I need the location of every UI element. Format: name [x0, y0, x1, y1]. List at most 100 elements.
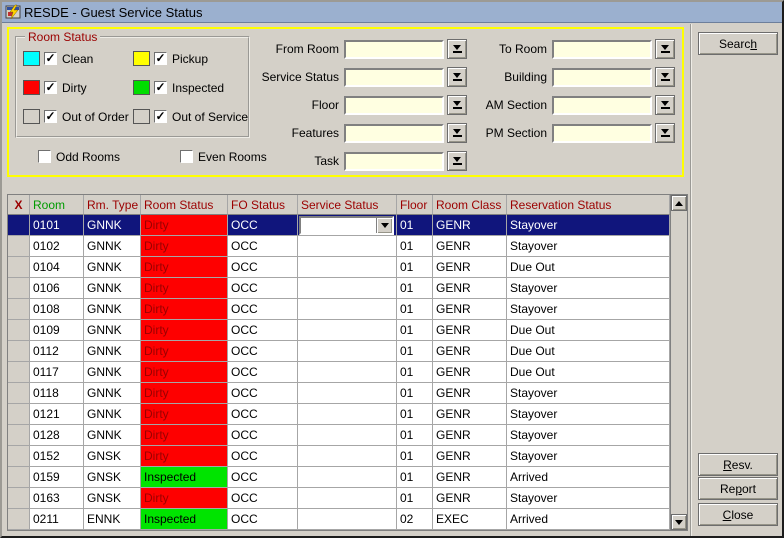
service-status-input[interactable] — [344, 68, 444, 87]
cell-floor[interactable]: 01 — [397, 257, 433, 278]
cell-service-status[interactable] — [298, 215, 397, 236]
cell-room-status[interactable]: Dirty — [141, 425, 228, 446]
table-row-room-0106[interactable]: 0106 GNNK Dirty OCC 01 GENR Stayover — [8, 278, 687, 299]
cell-rm-type[interactable]: ENNK — [84, 509, 141, 530]
cell-rm-type[interactable]: GNNK — [84, 341, 141, 362]
cell-reservation-status[interactable]: Stayover — [507, 446, 670, 467]
am-section-lov-button[interactable] — [655, 95, 675, 115]
column-header-room[interactable]: Room — [30, 195, 84, 215]
cell-floor[interactable]: 02 — [397, 509, 433, 530]
from-room-input[interactable] — [344, 40, 444, 59]
cell-floor[interactable]: 01 — [397, 425, 433, 446]
cell-floor[interactable]: 01 — [397, 467, 433, 488]
cell-room-status[interactable]: Dirty — [141, 320, 228, 341]
cell-reservation-status[interactable]: Stayover — [507, 278, 670, 299]
cell-reservation-status[interactable]: Due Out — [507, 257, 670, 278]
table-row-room-0118[interactable]: 0118 GNNK Dirty OCC 01 GENR Stayover — [8, 383, 687, 404]
cell-fo-status[interactable]: OCC — [228, 320, 298, 341]
cell-rm-type[interactable]: GNNK — [84, 320, 141, 341]
column-header-room-status[interactable]: Room Status — [141, 195, 228, 215]
cell-floor[interactable]: 01 — [397, 236, 433, 257]
cell-floor[interactable]: 01 — [397, 278, 433, 299]
cell-reservation-status[interactable]: Due Out — [507, 341, 670, 362]
checkbox-even-rooms[interactable] — [180, 150, 193, 163]
row-selector[interactable] — [8, 467, 30, 488]
cell-room-class[interactable]: EXEC — [433, 509, 507, 530]
cell-service-status[interactable] — [298, 257, 397, 278]
cell-rm-type[interactable]: GNNK — [84, 299, 141, 320]
cell-fo-status[interactable]: OCC — [228, 341, 298, 362]
checkbox-inspected[interactable]: ✓ — [154, 81, 167, 94]
cell-room[interactable]: 0211 — [30, 509, 84, 530]
cell-reservation-status[interactable]: Arrived — [507, 509, 670, 530]
table-row-room-0159[interactable]: 0159 GNSK Inspected OCC 01 GENR Arrived — [8, 467, 687, 488]
cell-room-status[interactable]: Dirty — [141, 278, 228, 299]
cell-service-status[interactable] — [298, 278, 397, 299]
cell-service-status[interactable] — [298, 446, 397, 467]
row-selector[interactable] — [8, 362, 30, 383]
cell-service-status[interactable] — [298, 299, 397, 320]
cell-reservation-status[interactable]: Stayover — [507, 425, 670, 446]
cell-room-status[interactable]: Inspected — [141, 467, 228, 488]
checkbox-out-of-order[interactable]: ✓ — [44, 110, 57, 123]
am-section-input[interactable] — [552, 96, 652, 115]
column-header-fo-status[interactable]: FO Status — [228, 195, 298, 215]
combo-dropdown-button[interactable] — [376, 218, 392, 233]
cell-room-status[interactable]: Dirty — [141, 299, 228, 320]
row-selector[interactable] — [8, 278, 30, 299]
cell-room-class[interactable]: GENR — [433, 215, 507, 236]
building-input[interactable] — [552, 68, 652, 87]
cell-room-status[interactable]: Dirty — [141, 488, 228, 509]
row-selector[interactable] — [8, 488, 30, 509]
table-row-room-0163[interactable]: 0163 GNSK Dirty OCC 01 GENR Stayover — [8, 488, 687, 509]
service-status-combo-value[interactable] — [301, 218, 376, 233]
row-selector[interactable] — [8, 404, 30, 425]
cell-room-class[interactable]: GENR — [433, 404, 507, 425]
row-selector[interactable] — [8, 425, 30, 446]
pm-section-lov-button[interactable] — [655, 123, 675, 143]
cell-reservation-status[interactable]: Stayover — [507, 215, 670, 236]
cell-rm-type[interactable]: GNNK — [84, 278, 141, 299]
row-selector[interactable] — [8, 383, 30, 404]
cell-room[interactable]: 0118 — [30, 383, 84, 404]
cell-rm-type[interactable]: GNNK — [84, 215, 141, 236]
cell-room-class[interactable]: GENR — [433, 320, 507, 341]
cell-floor[interactable]: 01 — [397, 446, 433, 467]
row-selector[interactable] — [8, 446, 30, 467]
cell-room[interactable]: 0159 — [30, 467, 84, 488]
features-input[interactable] — [344, 124, 444, 143]
row-selector[interactable] — [8, 320, 30, 341]
cell-fo-status[interactable]: OCC — [228, 236, 298, 257]
cell-service-status[interactable] — [298, 362, 397, 383]
cell-reservation-status[interactable]: Stayover — [507, 299, 670, 320]
cell-room-status[interactable]: Dirty — [141, 257, 228, 278]
cell-room[interactable]: 0163 — [30, 488, 84, 509]
features-lov-button[interactable] — [447, 123, 467, 143]
cell-rm-type[interactable]: GNNK — [84, 404, 141, 425]
cell-service-status[interactable] — [298, 236, 397, 257]
row-selector[interactable] — [8, 509, 30, 530]
cell-room-status[interactable]: Dirty — [141, 446, 228, 467]
cell-rm-type[interactable]: GNNK — [84, 362, 141, 383]
row-selector[interactable] — [8, 257, 30, 278]
cell-fo-status[interactable]: OCC — [228, 467, 298, 488]
cell-room[interactable]: 0121 — [30, 404, 84, 425]
cell-room[interactable]: 0108 — [30, 299, 84, 320]
table-row-room-0108[interactable]: 0108 GNNK Dirty OCC 01 GENR Stayover — [8, 299, 687, 320]
table-row-room-0101[interactable]: 0101 GNNK Dirty OCC 01 GENR Stayover — [8, 215, 687, 236]
table-row-room-0109[interactable]: 0109 GNNK Dirty OCC 01 GENR Due Out — [8, 320, 687, 341]
cell-service-status[interactable] — [298, 509, 397, 530]
cell-fo-status[interactable]: OCC — [228, 425, 298, 446]
cell-room[interactable]: 0117 — [30, 362, 84, 383]
cell-fo-status[interactable]: OCC — [228, 278, 298, 299]
checkbox-pickup[interactable]: ✓ — [154, 52, 167, 65]
cell-floor[interactable]: 01 — [397, 404, 433, 425]
cell-service-status[interactable] — [298, 341, 397, 362]
scroll-down-button[interactable] — [671, 514, 687, 530]
cell-service-status[interactable] — [298, 320, 397, 341]
column-header-reservation-status[interactable]: Reservation Status — [507, 195, 670, 215]
column-header-x[interactable]: X — [8, 195, 30, 215]
close-button[interactable]: Close — [698, 503, 778, 526]
cell-room[interactable]: 0102 — [30, 236, 84, 257]
checkbox-odd-rooms[interactable] — [38, 150, 51, 163]
